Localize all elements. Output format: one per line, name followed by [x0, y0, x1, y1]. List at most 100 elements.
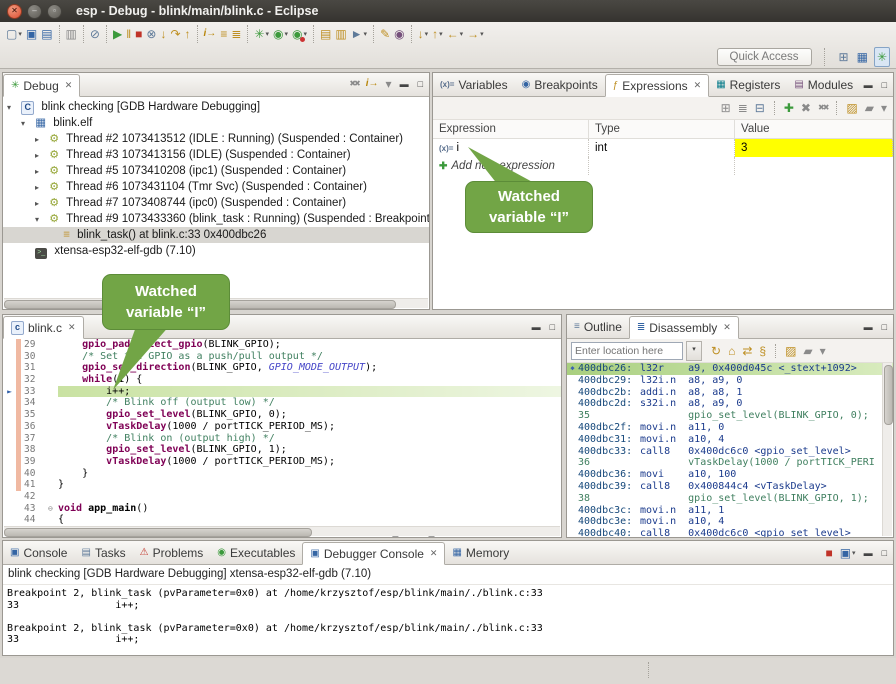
- display-selected-console-icon[interactable]: ▣ ▾: [838, 544, 858, 562]
- fold-collapse-icon[interactable]: ⊖: [48, 504, 53, 513]
- disassembly-listing[interactable]: ◆ 400dbc26: l32r a9, 0x400d045c <_stext+…: [567, 363, 893, 538]
- Registers[interactable]: ▦ Registers: [709, 73, 787, 96]
- thread-node[interactable]: ▸ ⚙ Thread #2 1073413512 (IDLE : Running…: [3, 131, 429, 147]
- maximize-view-icon[interactable]: □: [879, 548, 890, 558]
- open-resource-icon[interactable]: ▥: [333, 25, 348, 43]
- line-number[interactable]: 44: [21, 514, 48, 526]
- line-number[interactable]: 31: [21, 362, 48, 374]
- elf-node[interactable]: ▾ ▦ blink.elf: [3, 115, 429, 131]
- remove-all-expressions-icon[interactable]: ✖✖: [816, 99, 829, 117]
- tree-expander-icon[interactable]: ▾: [7, 100, 18, 115]
- pin-icon[interactable]: ▰: [801, 342, 814, 360]
- thread-node[interactable]: ▸ ⚙ Thread #5 1073410208 (ipc1) (Suspend…: [3, 163, 429, 179]
- maximize-view-icon[interactable]: □: [415, 79, 426, 89]
- go-up-icon[interactable]: ↑ ▾: [430, 25, 445, 43]
- Expressions[interactable]: ƒ Expressions ✕: [605, 74, 709, 97]
- maximize-view-icon[interactable]: □: [879, 322, 890, 332]
- column-expression[interactable]: Expression: [433, 120, 589, 138]
- terminate-icon[interactable]: ■: [133, 25, 144, 43]
- step-over-icon[interactable]: ↷: [168, 25, 182, 43]
- tree-expander-icon[interactable]: ▾: [21, 116, 32, 131]
- disassembly-vertical-scrollbar[interactable]: [882, 363, 892, 536]
- scrollbar-thumb[interactable]: [4, 528, 312, 537]
- location-dropdown-icon[interactable]: ▾: [686, 341, 702, 361]
- line-number[interactable]: 33: [21, 386, 48, 398]
- save-icon[interactable]: ▣: [24, 25, 39, 43]
- launch-node[interactable]: ▾ C blink checking [GDB Hardware Debuggi…: [3, 99, 429, 115]
- skip-all-breakpoints-icon[interactable]: ⊘: [88, 25, 102, 43]
- show-source-toggle-icon[interactable]: §: [757, 342, 768, 360]
- debug-tree[interactable]: ▾ C blink checking [GDB Hardware Debuggi…: [3, 97, 429, 259]
- minimize-view-icon[interactable]: ▬: [529, 322, 544, 332]
- Tasks[interactable]: ▤ Tasks: [74, 541, 132, 564]
- minimize-window-button[interactable]: –: [27, 4, 42, 19]
- show-breakpoint-types-icon[interactable]: ≣: [229, 25, 243, 43]
- Debugger Console[interactable]: ▣ Debugger Console ✕: [302, 542, 445, 565]
- line-number[interactable]: 34: [21, 397, 48, 409]
- thread-node[interactable]: ▸ ⚙ Thread #6 1073431104 (Tmr Svc) (Susp…: [3, 179, 429, 195]
- line-number[interactable]: 35: [21, 409, 48, 421]
- show-logical-structure-icon[interactable]: ≣: [736, 99, 750, 117]
- Modules[interactable]: ▤ Modules: [787, 73, 860, 96]
- sync-context-toggle-icon[interactable]: ⇄: [740, 342, 754, 360]
- view-menu-icon[interactable]: ▾: [384, 75, 394, 93]
- column-value[interactable]: Value: [735, 120, 893, 138]
- cpp-perspective-icon[interactable]: ▦: [855, 48, 870, 66]
- add-expression-row[interactable]: ✚Add new expression: [433, 157, 893, 175]
- minimize-view-icon[interactable]: ▬: [861, 548, 876, 558]
- add-expression-icon[interactable]: ✚: [782, 99, 796, 117]
- view-menu-icon[interactable]: ▾: [818, 342, 828, 360]
- close-icon[interactable]: ✕: [723, 322, 731, 333]
- step-into-icon[interactable]: ↓: [158, 25, 168, 43]
- close-icon[interactable]: ✕: [694, 80, 702, 91]
- line-number[interactable]: 29: [21, 339, 48, 351]
- show-type-names-icon[interactable]: ⊞: [719, 99, 733, 117]
- dropdown-arrow-icon[interactable]: ▾: [364, 30, 368, 38]
- tree-expander-icon[interactable]: ▸: [35, 164, 46, 179]
- close-window-button[interactable]: ✕: [7, 4, 22, 19]
- console-output[interactable]: Breakpoint 2, blink_task (pvParameter=0x…: [3, 585, 893, 646]
- minimize-view-icon[interactable]: ▬: [861, 80, 876, 90]
- open-perspective-icon[interactable]: ⊞: [837, 48, 851, 66]
- line-number[interactable]: 39: [21, 456, 48, 468]
- tree-expander-icon[interactable]: ▸: [35, 196, 46, 211]
- Disassembly[interactable]: ≣ Disassembly ✕: [629, 316, 739, 339]
- tab-debug[interactable]: ✳ Debug ✕: [3, 74, 80, 97]
- tree-expander-icon[interactable]: ▸: [35, 132, 46, 147]
- tree-expander-icon[interactable]: ▾: [35, 212, 46, 227]
- line-number[interactable]: 30: [21, 351, 48, 363]
- line-number[interactable]: 38: [21, 444, 48, 456]
- tree-expander-icon[interactable]: ▸: [35, 148, 46, 163]
- line-number[interactable]: 36: [21, 421, 48, 433]
- Memory[interactable]: ▦ Memory: [445, 541, 516, 564]
- format-icon[interactable]: ✎: [378, 25, 392, 43]
- stack-frame-node[interactable]: ≡ blink_task() at blink.c:33 0x400dbc26: [3, 227, 429, 243]
- location-input[interactable]: [571, 342, 683, 360]
- disconnect-icon[interactable]: ⊗: [144, 25, 158, 43]
- thread-node[interactable]: ▾ ⚙ Thread #9 1073433360 (blink_task : R…: [3, 211, 429, 227]
- dropdown-arrow-icon[interactable]: ▾: [439, 30, 443, 38]
- maximize-view-icon[interactable]: □: [879, 80, 890, 90]
- gdb-process-node[interactable]: >_ xtensa-esp32-elf-gdb (7.10): [3, 243, 429, 259]
- maximize-window-button[interactable]: ▫: [47, 4, 62, 19]
- thread-node[interactable]: ▸ ⚙ Thread #7 1073408744 (ipc0) (Suspend…: [3, 195, 429, 211]
- line-number[interactable]: 37: [21, 433, 48, 445]
- line-number[interactable]: 41: [21, 479, 48, 491]
- dropdown-arrow-icon[interactable]: ▾: [18, 30, 22, 38]
- line-number[interactable]: 32: [21, 374, 48, 386]
- Executables[interactable]: ◉ Executables: [210, 541, 302, 564]
- view-menu-icon[interactable]: ▾: [879, 99, 889, 117]
- open-type-icon[interactable]: ▤: [318, 25, 333, 43]
- Problems[interactable]: ⚠ Problems: [133, 541, 211, 564]
- terminate-icon[interactable]: ■: [823, 544, 834, 562]
- minimize-view-icon[interactable]: ▬: [397, 79, 412, 89]
- column-type[interactable]: Type: [589, 120, 735, 138]
- dropdown-arrow-icon[interactable]: ▾: [425, 30, 429, 38]
- resume-icon[interactable]: ▶: [111, 25, 124, 43]
- new-view-icon[interactable]: ▨: [783, 342, 798, 360]
- step-return-icon[interactable]: ↑: [183, 25, 193, 43]
- home-icon[interactable]: ⌂: [726, 342, 737, 360]
- new-wizard-icon[interactable]: ▢ ▾: [4, 25, 24, 43]
- minimize-view-icon[interactable]: ▬: [861, 322, 876, 332]
- collapse-all-icon[interactable]: ⊟: [753, 99, 767, 117]
